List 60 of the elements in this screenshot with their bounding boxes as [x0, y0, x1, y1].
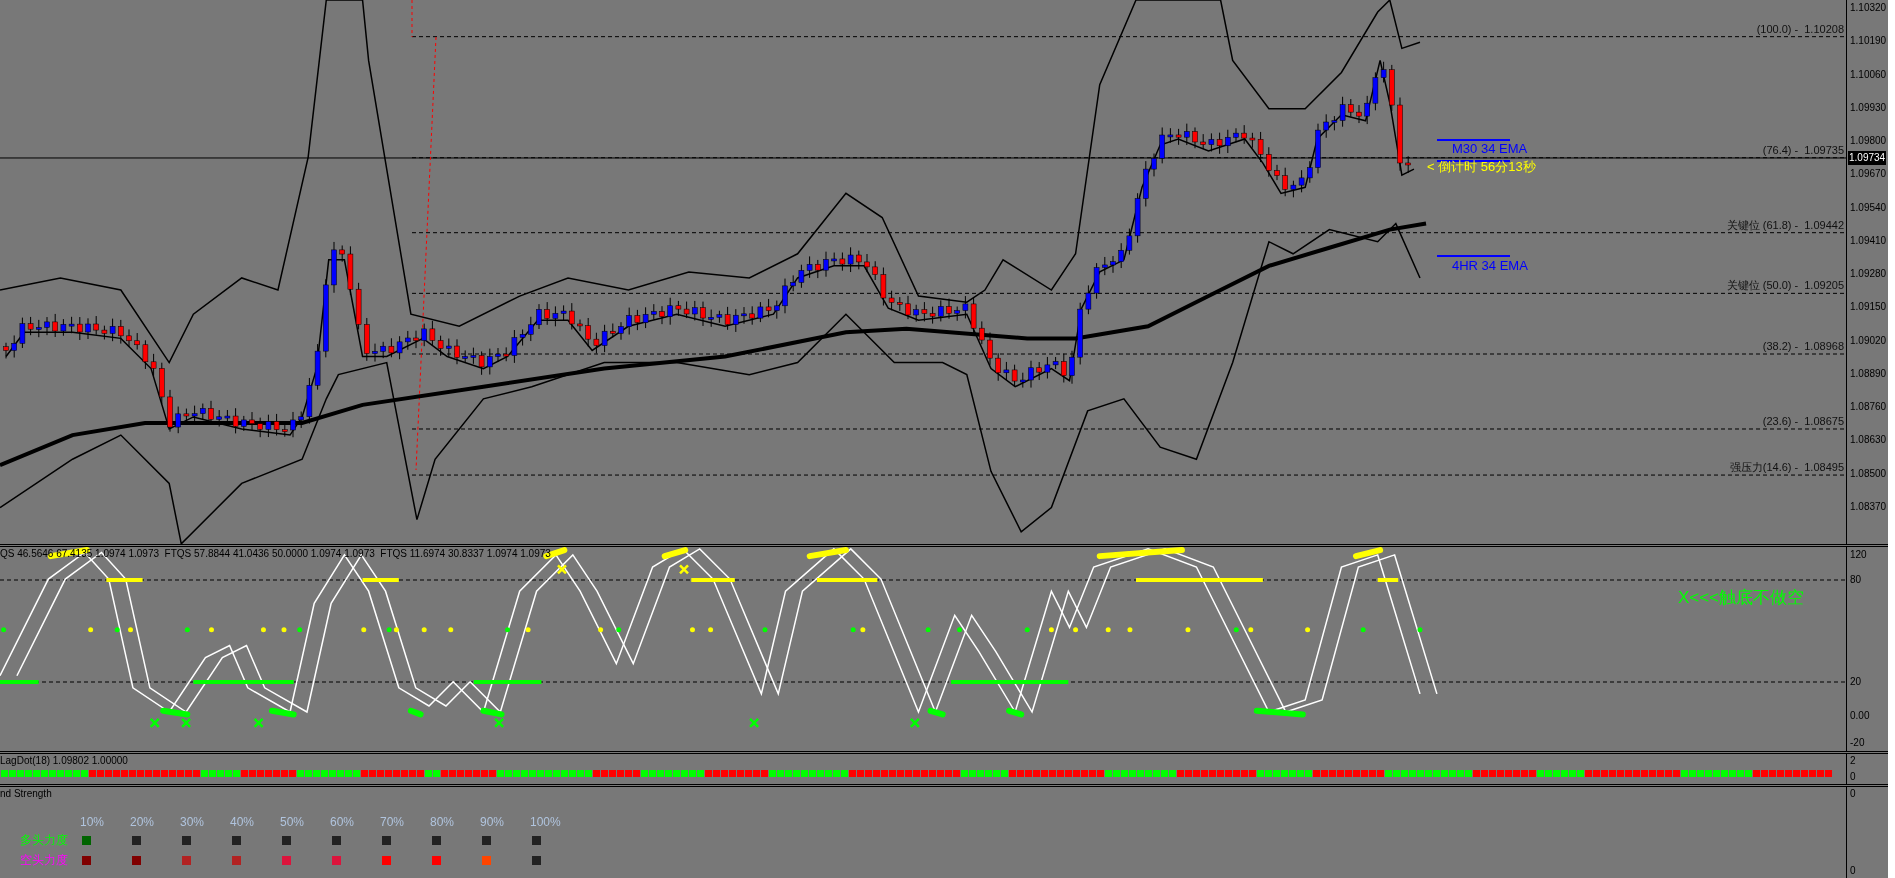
- price-axis-label: 1.09540: [1850, 200, 1888, 215]
- indicator-header: nd Strength: [0, 788, 52, 800]
- fibonacci-level-label: (76.4) -: [1762, 143, 1799, 157]
- fibonacci-level-price: 1.09735: [1804, 143, 1844, 157]
- fibonacci-level-price: 1.08968: [1804, 340, 1844, 353]
- price-axis-label: 1.09280: [1850, 267, 1888, 282]
- strength-row-label: 多头力度: [19, 832, 69, 849]
- oscillator-axis-label: 80: [1850, 573, 1862, 587]
- price-axis-label: 1.08630: [1850, 433, 1888, 448]
- price-axis-label: 1.08370: [1850, 500, 1888, 514]
- fibonacci-level-price: 1.08495: [1804, 461, 1844, 475]
- oscillator-axis-label: 120: [1850, 548, 1867, 562]
- price-axis-label: 1.08500: [1850, 466, 1888, 481]
- price-axis-label: 1.10320: [1850, 1, 1888, 15]
- strength-axis-label: 0: [1850, 864, 1857, 878]
- price-axis-label: 1.09410: [1850, 233, 1888, 248]
- strength-column-label: 90%: [480, 814, 506, 830]
- ema-label: 4HR 34 EMA: [1452, 258, 1528, 273]
- oscillator-axis-label: 20: [1850, 675, 1862, 689]
- vertical-marker-line: [411, 0, 413, 38]
- price-axis-label: 1.10190: [1850, 34, 1888, 49]
- ema-label: M30 34 EMA: [1452, 141, 1528, 156]
- countdown-timer: < 倒计时 56分13秒: [1427, 159, 1536, 175]
- price-axis-label: 1.09800: [1850, 134, 1888, 149]
- strength-column-label: 70%: [380, 814, 406, 830]
- price-axis-label: 1.08890: [1850, 366, 1888, 381]
- price-axis-label: 1.09930: [1850, 100, 1888, 115]
- strength-axis-label: 0: [1850, 787, 1857, 801]
- fibonacci-level-label: 关键位 (50.0) -: [1726, 279, 1799, 293]
- fibonacci-level-price: 1.09205: [1804, 279, 1844, 293]
- signal-annotation: X<<<触底不做空: [1677, 588, 1804, 608]
- fibonacci-level-label: (38.2) -: [1762, 340, 1799, 353]
- price-axis-label: 1.10060: [1850, 67, 1888, 82]
- fibonacci-level-label: (23.6) -: [1762, 415, 1799, 428]
- strength-column-label: 10%: [80, 814, 106, 830]
- price-axis-label: 1.09150: [1850, 300, 1888, 315]
- current-price-badge: 1.09734: [1848, 150, 1887, 165]
- lagdot-axis-label: 0: [1850, 770, 1857, 784]
- fibonacci-level-price: 1.08675: [1804, 415, 1844, 428]
- fibonacci-level-label: 关键位 (61.8) -: [1726, 218, 1799, 232]
- strength-column-label: 60%: [330, 814, 356, 830]
- price-axis-label: 1.09670: [1850, 167, 1888, 182]
- strength-column-label: 100%: [530, 814, 562, 830]
- price-axis-label: 1.09020: [1850, 333, 1888, 348]
- lagdot-axis-label: 2: [1850, 754, 1857, 768]
- price-axis-label: 1.08760: [1850, 400, 1888, 415]
- indicator-header: QS 46.5646 67.4135 1.0974 1.0973 FTQS 57.8844 41.0436 50.0000 1.0974 1.0973 FTQS 11.6974 30.8337 1.0974 1.0973: [0, 548, 551, 560]
- oscillator-axis-label: 0.00: [1850, 709, 1870, 723]
- strength-row-label: 空头力度: [19, 852, 69, 869]
- strength-column-label: 40%: [230, 814, 256, 830]
- oscillator-axis-label: -20: [1850, 736, 1865, 750]
- fibonacci-level-price: 1.10208: [1804, 22, 1844, 36]
- fibonacci-level-price: 1.09442: [1804, 218, 1844, 232]
- strength-column-label: 30%: [180, 814, 206, 830]
- indicator-header: LagDot(18) 1.09802 1.00000: [0, 755, 128, 767]
- strength-column-label: 50%: [280, 814, 306, 830]
- strength-column-label: 20%: [130, 814, 156, 830]
- strength-column-label: 80%: [430, 814, 456, 830]
- fibonacci-level-label: (100.0) -: [1756, 22, 1799, 36]
- fibonacci-level-label: 强压力(14.6) -: [1729, 461, 1799, 475]
